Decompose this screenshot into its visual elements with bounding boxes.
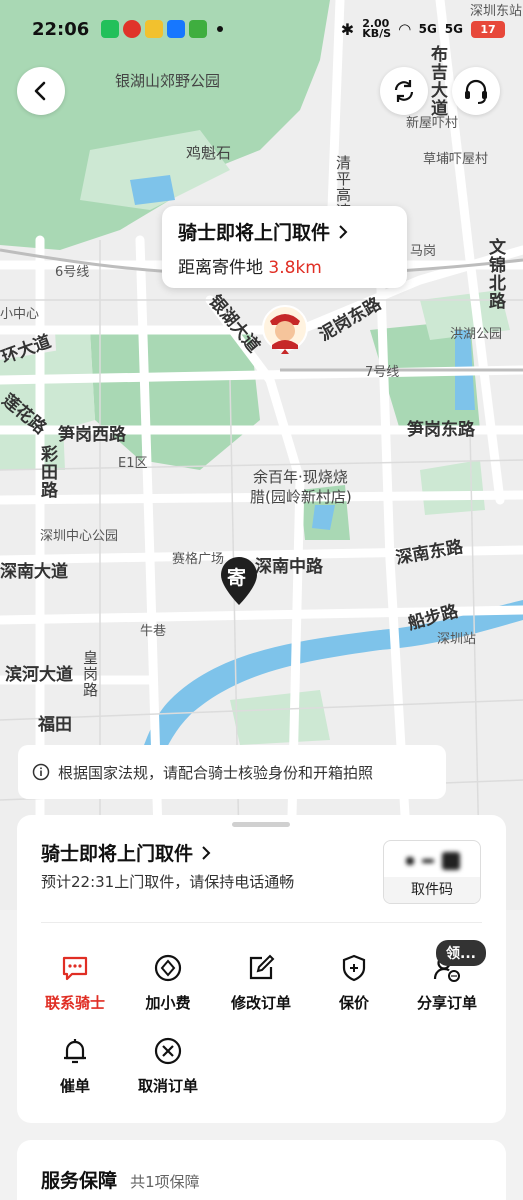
distance-value: 3.8km <box>268 258 322 278</box>
map-label: 笋岗东路 <box>407 420 475 440</box>
map-label: 腊(园岭新村店) <box>250 488 352 506</box>
app-icon <box>123 20 142 38</box>
map-label: 洪湖公园 <box>450 327 503 342</box>
regulation-notice: 根据国家法规，请配合骑士核验身份和开箱拍照 <box>18 745 446 799</box>
map-label: E1区 <box>118 456 148 471</box>
app-icon <box>145 20 164 38</box>
map-label: 7号线 <box>365 365 400 380</box>
cancel-order-button[interactable]: 取消订单 <box>123 1036 213 1096</box>
contact-rider-button[interactable]: 联系骑士 <box>30 953 120 1013</box>
tip-icon <box>154 954 182 982</box>
share-badge: 领... <box>436 940 486 966</box>
map-label: 深南大道 <box>0 562 68 582</box>
edit-order-button[interactable]: 修改订单 <box>216 953 306 1013</box>
action-label: 催单 <box>59 1077 90 1095</box>
map-label: 笋岗西路 <box>58 425 126 445</box>
back-arrow-icon <box>34 81 46 101</box>
map-label: 福田 <box>38 715 72 735</box>
bubble-title: 骑士即将上门取件 <box>178 222 331 244</box>
notification-icons <box>101 20 224 38</box>
map-label: 彩田路 <box>37 445 57 499</box>
pickup-code-blurred <box>396 849 470 873</box>
action-label: 取消订单 <box>137 1077 198 1095</box>
wechat-icon <box>101 20 120 38</box>
service-title: 服务保障 <box>41 1170 118 1192</box>
order-title-text: 骑士即将上门取件 <box>41 843 194 865</box>
pickup-code-label: 取件码 <box>384 877 480 903</box>
status-bar: 22:06 ✱ 2.00 KB/S ◠ 5G 5G 17 <box>0 0 523 58</box>
map-label: 深圳中心公园 <box>40 529 119 544</box>
map-label: 马岗 <box>410 244 437 259</box>
rider-status-bubble[interactable]: 骑士即将上门取件 距离寄件地 3.8km <box>162 206 407 288</box>
map-label: 鸡魁石 <box>186 144 232 162</box>
action-label: 加小费 <box>145 994 191 1012</box>
map-label: 牛巷 <box>140 624 167 639</box>
refresh-icon <box>394 80 414 102</box>
action-label: 保价 <box>338 994 369 1012</box>
action-label: 修改订单 <box>230 994 291 1012</box>
signal-5g: 5G <box>444 22 463 36</box>
customer-service-button[interactable] <box>452 67 500 115</box>
app-icon <box>189 20 208 38</box>
map-label: 深南中路 <box>255 557 323 577</box>
chat-icon <box>62 956 88 981</box>
notice-text: 根据国家法规，请配合骑士核验身份和开箱拍照 <box>58 763 374 782</box>
insure-button[interactable]: 保价 <box>309 953 399 1013</box>
action-label: 联系骑士 <box>44 994 105 1012</box>
map-label: 草埔吓屋村 <box>423 152 489 167</box>
status-right: ✱ 2.00 KB/S ◠ 5G 5G 17 <box>340 18 505 40</box>
battery-icon: 17 <box>471 20 505 38</box>
service-count: 共1项保障 <box>130 1173 200 1191</box>
status-time: 22:06 <box>32 18 90 40</box>
map-label: 文锦北路 <box>485 238 505 310</box>
signal-5g: 5G <box>418 22 437 36</box>
order-status-title[interactable]: 骑士即将上门取件 <box>41 839 211 866</box>
action-label: 分享订单 <box>416 994 477 1012</box>
order-eta: 预计22:31上门取件，请保持电话通畅 <box>41 873 295 891</box>
alipay-icon <box>167 20 186 38</box>
map-label: 滨河大道 <box>5 665 73 685</box>
drag-handle[interactable] <box>232 822 290 827</box>
back-button[interactable] <box>17 67 65 115</box>
chevron-right-icon <box>339 224 348 239</box>
urge-order-button[interactable]: 催单 <box>30 1036 120 1096</box>
net-unit: KB/S <box>362 27 392 40</box>
refresh-button[interactable] <box>380 67 428 115</box>
wifi-icon: ◠ <box>399 20 411 38</box>
headset-icon <box>465 79 487 104</box>
map-label: 赛格广场 <box>172 552 225 567</box>
insure-icon <box>342 954 366 982</box>
map-label: 小中心 <box>0 307 40 322</box>
map-label: 银湖山郊野公园 <box>115 72 221 90</box>
bell-icon <box>64 1039 86 1064</box>
map-label: 皇岗路 <box>81 650 99 698</box>
chevron-right-icon <box>202 845 211 860</box>
map-label: 6号线 <box>55 265 90 280</box>
divider <box>41 922 482 923</box>
pin-label: 寄 <box>227 567 247 589</box>
more-dot-icon <box>217 26 224 32</box>
add-tip-button[interactable]: 加小费 <box>123 953 213 1013</box>
cancel-icon <box>154 1037 182 1065</box>
service-guarantee-card[interactable]: 服务保障 共1项保障 <box>17 1140 506 1200</box>
distance-label: 距离寄件地 <box>178 258 263 278</box>
map-label: 余百年·现烧烧 <box>253 468 348 486</box>
bluetooth-icon: ✱ <box>340 19 355 39</box>
info-icon <box>32 763 50 781</box>
edit-icon <box>249 954 275 980</box>
courier-avatar-icon[interactable] <box>262 305 308 355</box>
pickup-code-box[interactable]: 取件码 <box>383 840 481 904</box>
map-label: 深圳站 <box>437 632 477 647</box>
